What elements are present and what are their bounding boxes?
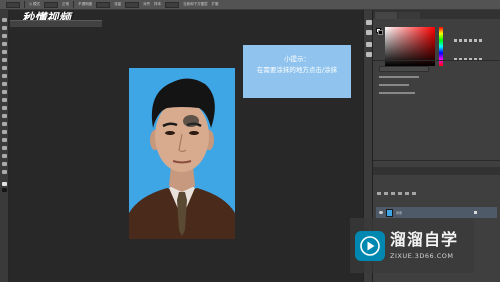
smart-filter-icon[interactable] bbox=[412, 192, 416, 195]
levels-icon[interactable] bbox=[459, 39, 462, 42]
properties-fields bbox=[379, 76, 439, 100]
pen-tool-icon[interactable] bbox=[2, 130, 7, 134]
property-line bbox=[379, 92, 415, 94]
watermark-title: 溜溜自学 bbox=[390, 230, 459, 249]
divider bbox=[73, 1, 75, 8]
option-mode[interactable]: ◎ 模式 bbox=[29, 2, 40, 7]
sample-select[interactable] bbox=[165, 1, 180, 8]
exposure-icon[interactable] bbox=[469, 39, 472, 42]
visibility-eye-icon[interactable] bbox=[379, 211, 383, 214]
tab-color[interactable] bbox=[375, 12, 397, 19]
properties-select[interactable] bbox=[379, 66, 429, 72]
divider bbox=[373, 160, 500, 161]
zoom-tool-icon[interactable] bbox=[2, 170, 7, 174]
option-sample[interactable]: 样本 bbox=[154, 2, 161, 7]
tip-body: 在需要涂抹的地方点击/涂抹 bbox=[256, 66, 338, 74]
hand-tool-icon[interactable] bbox=[2, 162, 7, 166]
eyedropper-tool-icon[interactable] bbox=[2, 58, 7, 62]
vibrance-icon[interactable] bbox=[474, 39, 477, 42]
type-tool-icon[interactable] bbox=[2, 138, 7, 142]
watermark-text: 溜溜自学 ZIXUE.3D66.COM bbox=[390, 230, 459, 261]
layers-panel-tabs bbox=[373, 167, 500, 175]
options-bar: ◎ 模式 正常 不透明度 流量 对齐 样本 当前和下方图层 扩散 bbox=[0, 0, 500, 10]
divider bbox=[373, 60, 500, 61]
option-flow[interactable]: 流量 bbox=[114, 2, 121, 7]
watermark-url: ZIXUE.3D66.COM bbox=[390, 252, 454, 260]
layer-thumbnail bbox=[386, 208, 393, 217]
tip-box: 小提示： 在需要涂抹的地方点击/涂抹 bbox=[243, 45, 351, 98]
portrait-photo[interactable] bbox=[129, 68, 235, 239]
foreground-color-icon[interactable] bbox=[2, 182, 7, 186]
history-brush-tool-icon[interactable] bbox=[2, 90, 7, 94]
lasso-tool-icon[interactable] bbox=[2, 34, 7, 38]
option-opacity[interactable]: 不透明度 bbox=[78, 2, 92, 7]
pixel-filter-icon[interactable] bbox=[384, 192, 388, 195]
paragraph-panel-icon[interactable] bbox=[366, 52, 372, 57]
property-line bbox=[379, 76, 419, 78]
photoshop-window: ◎ 模式 正常 不透明度 流量 对齐 样本 当前和下方图层 扩散 秒懂视频 小提… bbox=[0, 0, 500, 282]
option-sample-layers[interactable]: 当前和下方图层 bbox=[183, 2, 208, 7]
divider bbox=[24, 1, 25, 8]
dodge-tool-icon[interactable] bbox=[2, 122, 7, 126]
option-aligned[interactable]: 对齐 bbox=[143, 2, 150, 7]
filter-icon[interactable] bbox=[377, 192, 381, 195]
background-color-icon[interactable] bbox=[2, 188, 7, 192]
layer-filter-row bbox=[377, 180, 497, 195]
tool-preset-picker[interactable] bbox=[6, 1, 20, 8]
play-logo-icon bbox=[355, 230, 385, 261]
shape-tool-icon[interactable] bbox=[2, 154, 7, 158]
lock-icon bbox=[474, 211, 477, 214]
healing-brush-tool-icon[interactable] bbox=[2, 66, 7, 70]
blur-tool-icon[interactable] bbox=[2, 114, 7, 118]
option-normal[interactable]: 正常 bbox=[62, 2, 69, 7]
crop-tool-icon[interactable] bbox=[2, 50, 7, 54]
portrait-image bbox=[129, 68, 235, 239]
play-triangle-icon bbox=[360, 235, 380, 256]
color-panel-tabs bbox=[373, 10, 500, 19]
option-diffusion[interactable]: 扩散 bbox=[212, 2, 219, 7]
type-filter-icon[interactable] bbox=[398, 192, 402, 195]
adjust-filter-icon[interactable] bbox=[391, 192, 395, 195]
tools-panel bbox=[0, 10, 9, 282]
brush-tool-icon[interactable] bbox=[2, 74, 7, 78]
layer-name: 背景 bbox=[396, 210, 403, 215]
hue-sat-icon[interactable] bbox=[479, 39, 482, 42]
clone-stamp-tool-icon[interactable] bbox=[2, 82, 7, 86]
gradient-tool-icon[interactable] bbox=[2, 106, 7, 110]
path-select-tool-icon[interactable] bbox=[2, 146, 7, 150]
move-tool-icon[interactable] bbox=[2, 18, 7, 22]
site-watermark: 溜溜自学 ZIXUE.3D66.COM bbox=[350, 218, 474, 273]
layer-row[interactable]: 背景 bbox=[376, 207, 497, 218]
marquee-tool-icon[interactable] bbox=[2, 26, 7, 30]
opacity-input[interactable] bbox=[96, 1, 111, 8]
background-swatch[interactable] bbox=[378, 30, 383, 35]
shape-filter-icon[interactable] bbox=[405, 192, 409, 195]
eraser-tool-icon[interactable] bbox=[2, 98, 7, 102]
property-line bbox=[379, 84, 409, 86]
flow-input[interactable] bbox=[125, 1, 140, 8]
quick-select-tool-icon[interactable] bbox=[2, 42, 7, 46]
history-panel-icon[interactable] bbox=[366, 20, 372, 25]
tab-swatches[interactable] bbox=[398, 12, 420, 19]
brightness-icon[interactable] bbox=[454, 39, 457, 42]
mode-select[interactable] bbox=[44, 1, 59, 8]
document-tab[interactable] bbox=[10, 20, 102, 27]
curves-icon[interactable] bbox=[464, 39, 467, 42]
character-panel-icon[interactable] bbox=[366, 42, 372, 47]
properties-panel-icon[interactable] bbox=[366, 30, 372, 35]
tip-title: 小提示： bbox=[284, 55, 310, 63]
